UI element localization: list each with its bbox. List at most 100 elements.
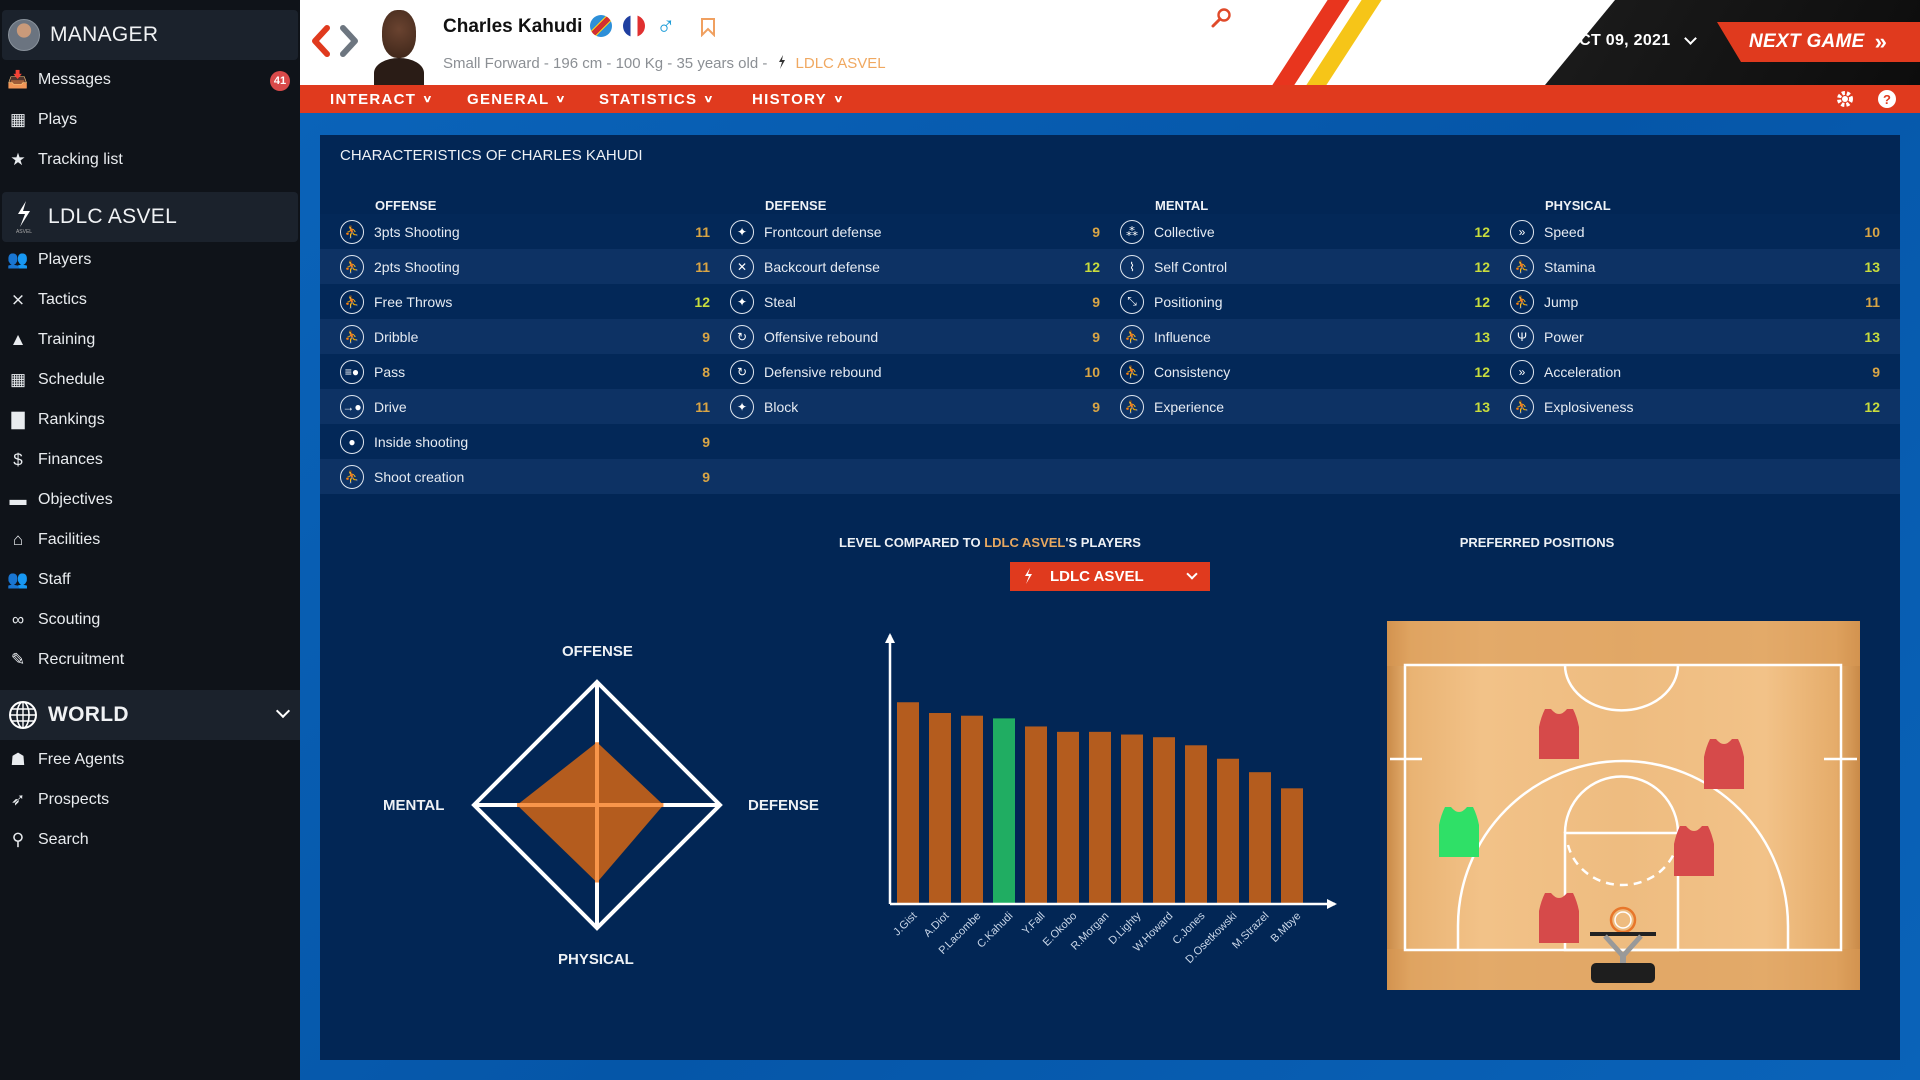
stat-collective[interactable]: ⁂ Collective 12 <box>1120 214 1490 249</box>
sidebar-item-free-agents[interactable]: ☗ Free Agents <box>0 741 300 779</box>
help-icon[interactable]: ? <box>1878 90 1896 108</box>
stat-acceleration[interactable]: » Acceleration 9 <box>1510 354 1880 389</box>
sidebar-item-facilities[interactable]: ⌂ Facilities <box>0 521 300 559</box>
bar-r-morgan[interactable] <box>1089 731 1111 904</box>
stat-dribble[interactable]: ⛹ Dribble 9 <box>340 319 710 354</box>
contract-icon: ✎ <box>10 650 26 669</box>
globe-icon <box>9 701 37 729</box>
sidebar-manager-header[interactable]: MANAGER <box>2 10 298 60</box>
stat-label: Positioning <box>1154 293 1223 310</box>
bar-c-jones[interactable] <box>1185 745 1207 904</box>
nav-history[interactable]: HISTORY ∨ <box>752 85 844 113</box>
sidebar-item-messages[interactable]: 📥 Messages 41 <box>0 61 300 99</box>
bar-a-diot[interactable] <box>929 713 951 904</box>
sidebar-item-prospects[interactable]: ➶ Prospects <box>0 781 300 819</box>
stat-stamina[interactable]: ⛹ Stamina 13 <box>1510 249 1880 284</box>
stat-value: 9 <box>702 328 710 345</box>
stat-speed[interactable]: » Speed 10 <box>1510 214 1880 249</box>
nav-interact[interactable]: INTERACT ∨ <box>330 85 433 113</box>
stat-2pts-shooting[interactable]: ⛹ 2pts Shooting 11 <box>340 249 710 284</box>
bar-d-osetkowski[interactable] <box>1217 758 1239 904</box>
sidebar-item-label: Messages <box>38 71 111 88</box>
positioning-icon: ⤡ <box>1120 289 1144 314</box>
stat-label: Jump <box>1544 293 1579 310</box>
world-chevron-down-icon[interactable] <box>275 703 291 719</box>
stat-inside-shooting[interactable]: ● Inside shooting 9 <box>340 424 710 459</box>
players-icon: 👥 <box>7 250 29 269</box>
stat-explosiveness[interactable]: ⛹ Explosiveness 12 <box>1510 389 1880 424</box>
previous-player-arrow-icon[interactable] <box>310 24 332 58</box>
sidebar-item-finances[interactable]: $ Finances <box>0 441 300 479</box>
settings-gear-icon[interactable] <box>1835 89 1855 109</box>
stat-jump[interactable]: ⛹ Jump 11 <box>1510 284 1880 319</box>
bar-c-kahudi[interactable] <box>993 718 1015 904</box>
sidebar-item-scouting[interactable]: ∞ Scouting <box>0 601 300 639</box>
stat-free-throws[interactable]: ⛹ Free Throws 12 <box>340 284 710 319</box>
stat-self-control[interactable]: ⌇ Self Control 12 <box>1120 249 1490 284</box>
bar-d-lighty[interactable] <box>1121 734 1143 904</box>
search-player-icon[interactable] <box>1210 7 1232 29</box>
sidebar-item-objectives[interactable]: ▬ Objectives <box>0 481 300 519</box>
sidebar-world-header[interactable]: WORLD <box>0 690 300 740</box>
stat-label: Stamina <box>1544 258 1596 275</box>
money-bag-icon: $ <box>13 450 23 469</box>
stat-drive[interactable]: →● Drive 11 <box>340 389 710 424</box>
stat-label: Influence <box>1154 328 1211 345</box>
next-game-button[interactable]: NEXT GAME » <box>1717 22 1920 62</box>
player-team-link[interactable]: LDLC ASVEL <box>796 55 886 72</box>
stat-3pts-shooting[interactable]: ⛹ 3pts Shooting 11 <box>340 214 710 249</box>
stat-value: 9 <box>702 433 710 450</box>
stat-experience[interactable]: ⛹ Experience 13 <box>1120 389 1490 424</box>
jersey-power-forward <box>1674 826 1714 876</box>
stat-label: Drive <box>374 398 407 415</box>
bar-m-strazel[interactable] <box>1249 772 1271 904</box>
stat-power[interactable]: Ψ Power 13 <box>1510 319 1880 354</box>
team-select-dropdown[interactable]: LDLC ASVEL <box>1010 562 1210 591</box>
bar-p-lacombe[interactable] <box>961 715 983 904</box>
stat-steal[interactable]: ✦ Steal 9 <box>730 284 1100 319</box>
stat-positioning[interactable]: ⤡ Positioning 12 <box>1120 284 1490 319</box>
sidebar-item-tracking-list[interactable]: ★ Tracking list <box>0 141 300 179</box>
bookmark-icon[interactable] <box>700 17 716 37</box>
bar-j-gist[interactable] <box>897 702 919 904</box>
stat-frontcourt-defense[interactable]: ✦ Frontcourt defense 9 <box>730 214 1100 249</box>
sidebar-item-schedule[interactable]: ▦ Schedule <box>0 361 300 399</box>
bar-b-mbye[interactable] <box>1281 788 1303 904</box>
sidebar-item-label: Schedule <box>38 371 105 388</box>
rocket-icon: ➶ <box>10 790 26 809</box>
sidebar-team-header[interactable]: ASVEL LDLC ASVEL <box>2 192 298 242</box>
stat-pass[interactable]: ≡● Pass 8 <box>340 354 710 389</box>
stat-offensive-rebound[interactable]: ↻ Offensive rebound 9 <box>730 319 1100 354</box>
x-axis-arrow <box>1327 899 1337 909</box>
stat-backcourt-defense[interactable]: ✕ Backcourt defense 12 <box>730 249 1100 284</box>
nav-statistics[interactable]: STATISTICS ∨ <box>599 85 714 113</box>
sidebar-item-recruitment[interactable]: ✎ Recruitment <box>0 641 300 679</box>
bar-y-fall[interactable] <box>1025 726 1047 904</box>
bar-w-howard[interactable] <box>1153 737 1175 904</box>
rebound-icon: ↻ <box>730 324 754 349</box>
stat-block[interactable]: ✦ Block 9 <box>730 389 1100 424</box>
next-player-arrow-icon[interactable] <box>338 24 360 58</box>
sidebar-item-plays[interactable]: ▦ Plays <box>0 101 300 139</box>
nav-general[interactable]: GENERAL ∨ <box>467 85 566 113</box>
comparison-title: LEVEL COMPARED TO LDLC ASVEL'S PLAYERS <box>839 535 1141 550</box>
sidebar-item-rankings[interactable]: ▇ Rankings <box>0 401 300 439</box>
sidebar-item-players[interactable]: 👥 Players <box>0 241 300 279</box>
stat-shoot-creation[interactable]: ⛹ Shoot creation 9 <box>340 459 710 494</box>
speed-icon: » <box>1510 219 1534 244</box>
sidebar-item-staff[interactable]: 👥 Staff <box>0 561 300 599</box>
stat-label: Speed <box>1544 223 1585 240</box>
date-selector[interactable]: SATURDAY, OCT 09, 2021 <box>1470 32 1698 50</box>
stat-consistency[interactable]: ⛹ Consistency 12 <box>1120 354 1490 389</box>
stat-influence[interactable]: ⛹ Influence 13 <box>1120 319 1490 354</box>
stat-label: Self Control <box>1154 258 1228 275</box>
sidebar-item-search[interactable]: ⚲ Search <box>0 821 300 859</box>
bar-e-okobo[interactable] <box>1057 731 1079 904</box>
staff-icon: 👥 <box>7 570 29 589</box>
inside-shot-icon: ● <box>340 429 364 454</box>
sidebar-item-label: Players <box>38 251 92 268</box>
stat-defensive-rebound[interactable]: ↻ Defensive rebound 10 <box>730 354 1100 389</box>
sidebar-item-training[interactable]: ▲ Training <box>0 321 300 359</box>
stat-label: Offensive rebound <box>764 328 879 345</box>
sidebar-item-tactics[interactable]: ⨯ Tactics <box>0 281 300 319</box>
